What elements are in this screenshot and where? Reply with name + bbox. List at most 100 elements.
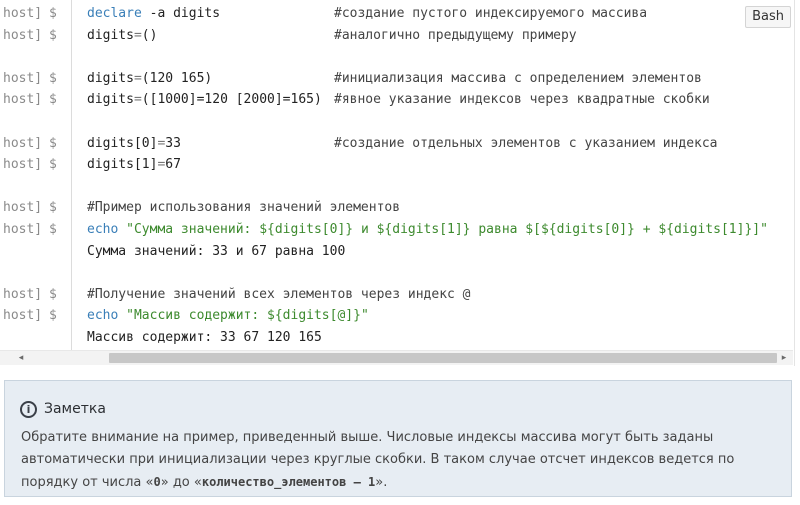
code-line: Сумма значений: 33 и 67 равна 100 (0, 244, 794, 266)
code-line: host] $ digits[1]=67 (0, 157, 794, 179)
keyword: declare (87, 6, 142, 21)
code-line: host] $ #Получение значений всех элементов… (0, 287, 794, 309)
prompt-dollar: $ (49, 308, 57, 324)
shell-prompt: host] $ (3, 92, 65, 107)
keyword: echo (87, 308, 119, 324)
prompt-dollar: $ (49, 286, 57, 302)
operator: = (133, 27, 142, 43)
code-text: echo "Сумма значений: ${digits[0]} и ${d… (87, 222, 768, 237)
prompt-dollar: $ (49, 6, 57, 21)
code-comment: #Пример использования значений элементов (87, 200, 401, 216)
shell-prompt: host] $ (3, 136, 65, 151)
code-line: host] $ echo "Массив содержит: ${digits[@]… (0, 308, 794, 330)
code-text: echo "Массив содержит: ${digits[@]}" (87, 308, 369, 323)
code-line: host] $ echo "Сумма значений: ${digits[0]}… (0, 222, 794, 244)
prompt-host: host] (3, 221, 43, 237)
code-line: host] $ digits=(120 165) #инициализация мас… (0, 71, 794, 93)
code-block: Bash host] $ declare -a digits #создание пу… (0, 0, 795, 366)
note-box: i Заметка Обратите внимание на пример, п… (4, 380, 792, 497)
code-comment: #Получение значений всех элементов через… (87, 286, 471, 302)
code-line: host] $ digits[0]=33 #создание отдельных эл… (0, 136, 794, 158)
prompt-host: host] (3, 308, 43, 324)
code-value: (120 165) (141, 70, 213, 86)
code-comment: #создание пустого индексируемого массива (334, 6, 648, 21)
string-literal: "Массив содержит: ${digits[@]}" (118, 308, 369, 324)
language-badge: Bash (745, 6, 791, 28)
code-value: 67 (165, 157, 181, 173)
shell-prompt: host] $ (3, 287, 65, 302)
code-comment: #инициализация массива с определением эл… (334, 70, 702, 86)
code-text: digits=([1000]=120 [2000]=165) (87, 92, 322, 107)
code-text: digits=(120 165) (87, 71, 212, 86)
prompt-host: host] (3, 157, 43, 173)
variable: digits[1] (87, 157, 158, 173)
variable: digits (87, 70, 134, 86)
code-text: #Пример использования значений элементов (87, 200, 400, 215)
scroll-left-arrow-icon[interactable]: ◂ (14, 352, 28, 364)
keyword: echo (87, 221, 119, 237)
note-title: Заметка (44, 401, 106, 417)
code-lines: host] $ declare -a digits #создание пустого… (0, 6, 794, 352)
code-line: host] $ declare -a digits #создание пустого… (0, 6, 794, 28)
code-comment: #явное указание индексов через квадратны… (334, 92, 710, 108)
code-text: Сумма значений: 33 и 67 равна 100 (87, 244, 345, 259)
prompt-dollar: $ (49, 200, 57, 216)
code-line: host] $ digits=([1000]=120 [2000]=165) #явн… (0, 92, 794, 114)
code-value: () (141, 27, 158, 43)
scrollbar-thumb[interactable] (109, 353, 777, 363)
note-header: i Заметка (20, 399, 106, 419)
prompt-dollar: $ (49, 70, 57, 86)
code-value: 33 (165, 135, 181, 151)
shell-prompt: host] $ (3, 6, 65, 21)
prompt-dollar: $ (49, 27, 57, 43)
prompt-host: host] (3, 286, 43, 302)
code-text: digits[1]=67 (87, 157, 181, 172)
scroll-right-arrow-icon[interactable]: ▸ (777, 352, 791, 364)
prompt-dollar: $ (49, 135, 57, 151)
shell-prompt: host] $ (3, 28, 65, 43)
prompt-host: host] (3, 200, 43, 216)
prompt-dollar: $ (49, 92, 57, 108)
prompt-host: host] (3, 92, 43, 108)
code-value: ([1000]=120 [2000]=165) (141, 92, 322, 108)
shell-prompt: host] $ (3, 222, 65, 237)
code-comment: #аналогично предыдущему примеру (334, 27, 577, 43)
shell-prompt: host] $ (3, 200, 65, 215)
inline-code-zero: 0 (153, 475, 161, 489)
code-text: #Получение значений всех элементов через… (87, 287, 471, 302)
inline-code-count: количество_элементов – 1 (201, 475, 376, 489)
code-text: digits=() (87, 28, 157, 43)
code-text: Массив содержит: 33 67 120 165 (87, 330, 322, 345)
string-literal: "Сумма значений: ${digits[0]} и ${digits… (118, 221, 768, 237)
code-comment: #создание отдельных элементов с указание… (334, 135, 718, 151)
horizontal-scrollbar[interactable]: ◂ ▸ (0, 350, 793, 365)
code-text: digits[0]=33 (87, 136, 181, 151)
command-output: Массив содержит: 33 67 120 165 (87, 329, 322, 345)
shell-prompt: host] $ (3, 308, 65, 323)
prompt-host: host] (3, 6, 43, 21)
code-text: declare -a digits (87, 6, 220, 21)
command-output: Сумма значений: 33 и 67 равна 100 (87, 243, 346, 259)
prompt-host: host] (3, 135, 43, 151)
note-text-part-2: » до « (160, 475, 202, 490)
code-line: Массив содержит: 33 67 120 165 (0, 330, 794, 352)
operator: = (133, 70, 142, 86)
variable: digits (87, 92, 134, 108)
variable: digits[0] (87, 135, 158, 151)
shell-prompt: host] $ (3, 157, 65, 172)
prompt-dollar: $ (49, 157, 57, 173)
code-value: -a digits (141, 6, 221, 21)
operator: = (133, 92, 142, 108)
code-line: host] $ #Пример использования значений эле… (0, 200, 794, 222)
code-line: host] $ digits=() #аналогично предыдущему п… (0, 28, 794, 50)
note-text: Обратите внимание на пример, приведенный… (21, 427, 776, 494)
info-icon: i (20, 400, 37, 418)
shell-prompt: host] $ (3, 71, 65, 86)
prompt-host: host] (3, 27, 43, 43)
variable: digits (87, 27, 134, 43)
prompt-host: host] (3, 70, 43, 86)
